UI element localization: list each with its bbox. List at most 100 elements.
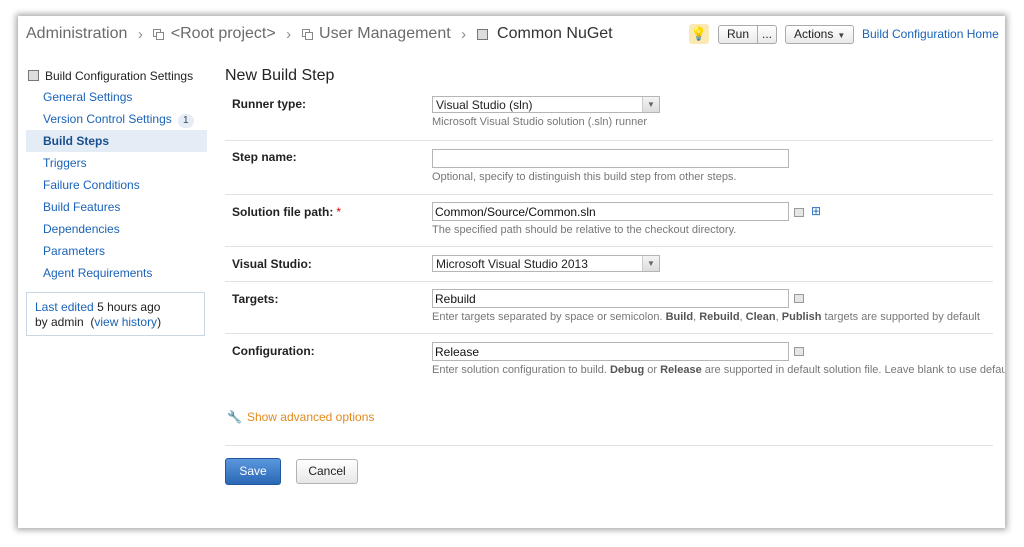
hint-text: Enter solution configuration to build.: [432, 364, 610, 376]
step-name-row: Step name: Optional, specify to distingu…: [225, 141, 993, 195]
step-name-label: Step name:: [232, 150, 297, 164]
breadcrumb-user-management[interactable]: User Management: [319, 25, 451, 42]
last-edited-by: by admin: [35, 315, 84, 329]
project-icon: [153, 29, 165, 40]
hint-text: Enter targets separated by space or semi…: [432, 311, 666, 323]
required-mark: *: [336, 205, 341, 219]
runner-type-hint: Microsoft Visual Studio solution (.sln) …: [432, 116, 648, 128]
hint-bold: Rebuild: [699, 311, 740, 323]
sidebar-item-parameters[interactable]: Parameters: [26, 240, 207, 262]
step-name-field: Optional, specify to distinguish this bu…: [432, 149, 789, 183]
solution-path-field: The specified path should be relative to…: [432, 202, 789, 236]
wrench-icon: 🔧: [227, 410, 242, 424]
last-edited-time: 5 hours ago: [97, 300, 161, 314]
sidebar-item-failure-conditions[interactable]: Failure Conditions: [26, 174, 207, 196]
sidebar-item-build-features[interactable]: Build Features: [26, 196, 207, 218]
targets-input[interactable]: [432, 289, 789, 308]
sidebar-header-label: Build Configuration Settings: [45, 69, 194, 83]
actions-button-group: Actions ▼: [785, 25, 855, 44]
last-edited-box: Last edited 5 hours ago by admin (view h…: [26, 292, 205, 336]
breadcrumb: Administration › <Root project> › User M…: [26, 25, 613, 43]
sidebar-item-label: Version Control Settings: [43, 112, 172, 126]
targets-label: Targets:: [232, 292, 279, 306]
hint-bold: Publish: [781, 311, 822, 323]
last-edited-link[interactable]: Last edited: [35, 300, 94, 314]
build-configuration-home-link[interactable]: Build Configuration Home: [862, 27, 999, 41]
hint-bold: Release: [660, 364, 702, 376]
targets-row: Targets: Enter targets separated by spac…: [225, 282, 993, 334]
view-history-link[interactable]: view history: [94, 315, 157, 329]
sidebar-item-build-steps[interactable]: Build Steps: [26, 130, 207, 152]
divider: [225, 445, 993, 446]
visual-studio-field: Microsoft Visual Studio 2013 ▼: [432, 255, 660, 272]
visual-studio-row: Visual Studio: Microsoft Visual Studio 2…: [225, 247, 993, 282]
targets-field: Enter targets separated by space or semi…: [432, 289, 980, 323]
page-title: New Build Step: [225, 67, 335, 84]
runner-type-row: Runner type: Visual Studio (sln) ▼ Micro…: [225, 89, 993, 141]
solution-path-label: Solution file path:: [232, 205, 334, 219]
configuration-hint: Enter solution configuration to build. D…: [432, 364, 1005, 376]
show-advanced-options-link[interactable]: 🔧 Show advanced options: [227, 410, 374, 424]
breadcrumb-root-project[interactable]: <Root project>: [171, 25, 276, 42]
build-configuration-icon: [28, 70, 39, 81]
save-button[interactable]: Save: [225, 458, 281, 485]
configuration-field: Enter solution configuration to build. D…: [432, 342, 1005, 376]
sidebar-item-triggers[interactable]: Triggers: [26, 152, 207, 174]
sidebar-item-version-control-settings[interactable]: Version Control Settings 1: [26, 108, 207, 130]
step-name-input[interactable]: [432, 149, 789, 168]
dropdown-arrow-icon: ▼: [642, 97, 659, 112]
solution-path-row: Solution file path:* The specified path …: [225, 195, 993, 247]
run-options-button[interactable]: ...: [758, 25, 778, 44]
runner-type-value: Visual Studio (sln): [436, 98, 533, 112]
visual-studio-value: Microsoft Visual Studio 2013: [436, 257, 588, 271]
sidebar-header: Build Configuration Settings: [26, 66, 207, 86]
runner-type-select[interactable]: Visual Studio (sln) ▼: [432, 96, 660, 113]
sidebar-item-general-settings[interactable]: General Settings: [26, 86, 207, 108]
run-button-group: Run ...: [718, 25, 778, 44]
targets-hint: Enter targets separated by space or semi…: [432, 311, 980, 323]
breadcrumb-administration[interactable]: Administration: [26, 25, 127, 42]
solution-path-label-wrap: Solution file path: *: [232, 205, 341, 219]
hint-bold: Debug: [609, 364, 645, 376]
count-badge: 1: [177, 114, 194, 128]
configuration-row: Configuration: Enter solution configurat…: [225, 334, 1005, 385]
window-frame: Administration › <Root project> › User M…: [18, 16, 1005, 528]
parameter-picker-icon[interactable]: [794, 347, 804, 356]
hint-text: targets are supported by default: [821, 311, 980, 323]
sidebar-item-agent-requirements[interactable]: Agent Requirements: [26, 262, 207, 284]
runner-type-field: Visual Studio (sln) ▼ Microsoft Visual S…: [432, 96, 660, 128]
project-icon: [301, 29, 313, 40]
solution-path-input[interactable]: [432, 202, 789, 221]
hint-text: or: [644, 364, 661, 376]
solution-path-hint: The specified path should be relative to…: [432, 224, 737, 236]
runner-type-label: Runner type:: [232, 97, 307, 111]
caret-down-icon: ▼: [837, 31, 846, 40]
visual-studio-label: Visual Studio:: [232, 257, 312, 271]
sidebar: Build Configuration Settings General Set…: [26, 66, 207, 284]
hint-bold: Build: [665, 311, 694, 323]
hint-text: are supported in default solution file. …: [701, 364, 1005, 376]
chevron-right-icon: ›: [286, 25, 292, 43]
breadcrumb-current: Common NuGet: [497, 25, 613, 42]
actions-button[interactable]: Actions ▼: [785, 25, 855, 44]
lightbulb-icon[interactable]: 💡: [689, 24, 709, 44]
parameter-picker-icon[interactable]: [794, 208, 804, 217]
parameter-picker-icon[interactable]: [794, 294, 804, 303]
chevron-right-icon: ›: [461, 25, 467, 43]
dropdown-arrow-icon: ▼: [642, 256, 659, 271]
configuration-input[interactable]: [432, 342, 789, 361]
vcs-tree-icon[interactable]: ⊞: [811, 204, 821, 218]
visual-studio-select[interactable]: Microsoft Visual Studio 2013 ▼: [432, 255, 660, 272]
cancel-button[interactable]: Cancel: [296, 459, 358, 484]
chevron-right-icon: ›: [137, 25, 143, 43]
page-header: Administration › <Root project> › User M…: [18, 16, 1005, 52]
configuration-label: Configuration:: [232, 344, 315, 358]
step-name-hint: Optional, specify to distinguish this bu…: [432, 171, 737, 183]
sidebar-item-dependencies[interactable]: Dependencies: [26, 218, 207, 240]
hint-bold: Clean: [745, 311, 776, 323]
build-configuration-icon: [476, 28, 488, 40]
build-step-form: New Build Step Runner type: Visual Studi…: [225, 65, 1005, 385]
actions-label: Actions: [794, 27, 834, 41]
advanced-label: Show advanced options: [246, 410, 375, 424]
run-button[interactable]: Run: [718, 25, 759, 44]
